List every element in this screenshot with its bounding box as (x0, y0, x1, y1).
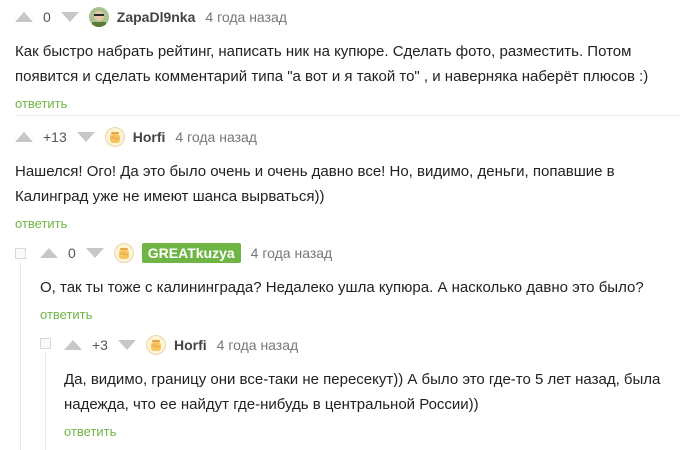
comment-time[interactable]: 4 года назад (175, 129, 257, 145)
reply-link[interactable]: ответить (15, 96, 685, 111)
comment-text: О, так ты тоже с калининграда? Недалеко … (40, 279, 644, 296)
upvote-icon[interactable] (15, 12, 33, 22)
comment-header: +3 Horfi 4 года назад (64, 333, 680, 357)
honey-jar-avatar-icon[interactable] (145, 335, 166, 355)
honey-jar-avatar-icon[interactable] (104, 127, 125, 147)
downvote-icon[interactable] (85, 248, 104, 258)
upvote-icon[interactable] (40, 248, 58, 258)
comment-time[interactable]: 4 года назад (251, 245, 333, 261)
collapse-thread-icon[interactable] (40, 338, 51, 349)
comment-author[interactable]: ZapaDl9nka (117, 9, 196, 25)
reply-link[interactable]: ответить (40, 307, 680, 322)
comment-text: Нашелся! Ого! Да это было очень и очень … (15, 163, 615, 205)
comment-rating: +3 (92, 337, 108, 353)
reply-link[interactable]: ответить (64, 424, 680, 439)
upvote-icon[interactable] (64, 340, 82, 350)
comment-reply: 0 GREATkuzya 4 года назад О, так ты тоже… (40, 241, 680, 322)
comment-author[interactable]: Horfi (174, 337, 207, 353)
comment-time[interactable]: 4 года назад (217, 337, 299, 353)
comment-text: Как быстро набрать рейтинг, написать ник… (15, 43, 649, 85)
comment-time[interactable]: 4 года назад (205, 9, 287, 25)
comment-author[interactable]: Horfi (133, 129, 166, 145)
honey-jar-avatar-icon[interactable] (113, 243, 134, 263)
comment-rating: 0 (43, 9, 51, 25)
downvote-icon[interactable] (76, 132, 95, 142)
comment-text: Да, видимо, границу они все-таки не пере… (64, 371, 661, 413)
avatar[interactable] (88, 7, 109, 27)
collapse-thread-icon[interactable] (15, 248, 26, 259)
upvote-icon[interactable] (15, 132, 33, 142)
downvote-icon[interactable] (117, 340, 136, 350)
reply-link[interactable]: ответить (15, 216, 685, 231)
thread-line (20, 262, 21, 450)
comment-header: 0 GREATkuzya 4 года назад (40, 241, 680, 265)
comment: +13 Horfi 4 года назад Нашелся! Ого! Да … (15, 125, 685, 231)
comment-reply: +3 Horfi 4 года назад Да, видимо, границ… (64, 333, 680, 439)
comment-header: +13 Horfi 4 года назад (15, 125, 685, 149)
thread-line (45, 352, 46, 450)
comment-rating: 0 (68, 245, 76, 261)
comment-divider (15, 115, 680, 116)
comment-author-badge[interactable]: GREATkuzya (141, 243, 241, 263)
comment-header: 0 ZapaDl9nka 4 года назад (15, 5, 685, 29)
downvote-icon[interactable] (60, 12, 79, 22)
comment-rating: +13 (43, 129, 67, 145)
comment: 0 ZapaDl9nka 4 года назад Как быстро наб… (15, 5, 685, 111)
